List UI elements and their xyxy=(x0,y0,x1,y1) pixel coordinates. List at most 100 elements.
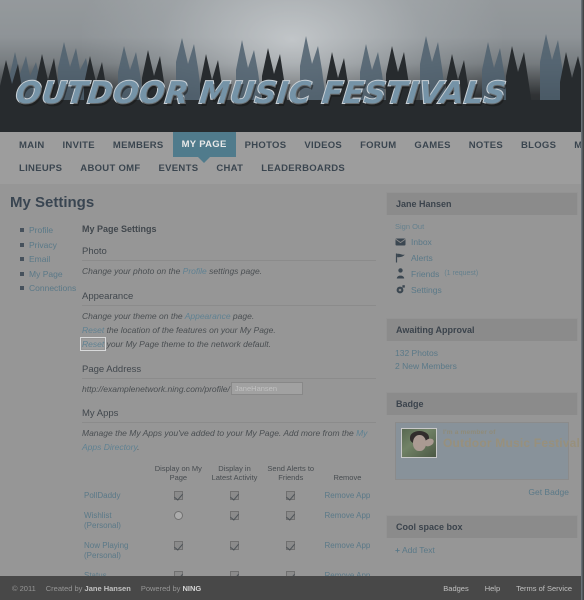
cell-remove-0: Remove App xyxy=(319,486,376,506)
footer-link-terms[interactable]: Terms of Service xyxy=(516,584,572,593)
footer-author-name[interactable]: Jane Hansen xyxy=(85,584,131,593)
cell-remove-2: Remove App xyxy=(319,536,376,566)
app-name-now-playing[interactable]: Now Playing (Personal) xyxy=(82,536,150,566)
checkbox-send-alerts-now-playing[interactable] xyxy=(286,541,296,551)
checkbox-display-page-polldaddy[interactable] xyxy=(173,491,183,501)
badge-module-title: Badge xyxy=(386,392,578,415)
footer-copyright: © 2011 xyxy=(12,583,36,593)
nav-item-main[interactable]: MAIN xyxy=(10,134,53,157)
cell-display-activity-0 xyxy=(206,486,262,506)
submenu-item-privacy[interactable]: Privacy xyxy=(20,240,82,250)
checkbox-display-page-wishlist[interactable] xyxy=(173,511,183,521)
main-column: My Settings Profile Privacy Email My Pag… xyxy=(6,192,380,581)
page-address-prefix: http://examplenetwork.ning.com/profile/ xyxy=(82,383,230,394)
submenu-item-connections[interactable]: Connections xyxy=(20,283,82,293)
nav-item-leaderboards[interactable]: LEADERBOARDS xyxy=(252,157,354,180)
checkbox-send-alerts-polldaddy[interactable] xyxy=(286,491,296,501)
appearance-line1-after: page. xyxy=(230,311,255,321)
nav-item-blogs[interactable]: BLOGS xyxy=(512,134,565,157)
badge-text: I'm a member of Outdoor Music Festivals xyxy=(443,428,584,450)
checkbox-display-activity-polldaddy[interactable] xyxy=(230,491,240,501)
checkbox-send-alerts-wishlist[interactable] xyxy=(286,511,296,521)
badge-member-line: I'm a member of xyxy=(443,429,496,436)
account-module-body: Sign Out Inbox Alerts Friends (1 request… xyxy=(386,215,578,309)
my-apps-title: My Apps xyxy=(82,408,376,423)
footer-links: Badges Help Terms of Service xyxy=(443,584,572,593)
submenu-item-profile[interactable]: Profile xyxy=(20,225,82,235)
apps-col-remove: Remove xyxy=(333,473,362,482)
page-address-row: http://examplenetwork.ning.com/profile/ xyxy=(82,382,376,395)
awaiting-members-link[interactable]: 2 New Members xyxy=(395,361,569,371)
appearance-link[interactable]: Appearance xyxy=(185,311,231,321)
get-badge-link[interactable]: Get Badge xyxy=(395,487,569,497)
settings-submenu: Profile Privacy Email My Page Connection… xyxy=(6,221,82,600)
nav-item-games[interactable]: GAMES xyxy=(405,134,459,157)
apps-col-display-page: Display on My Page xyxy=(154,464,202,482)
awaiting-approval-module: Awaiting Approval 132 Photos 2 New Membe… xyxy=(386,318,578,383)
nav-item-my-page[interactable]: MY PAGE xyxy=(172,132,236,163)
account-item-label: Friends xyxy=(411,268,440,279)
awaiting-approval-title: Awaiting Approval xyxy=(386,318,578,341)
crowd-silhouette xyxy=(0,34,584,132)
photo-text-after: settings page. xyxy=(206,266,263,276)
nav-item-about-omf[interactable]: ABOUT OMF xyxy=(71,157,149,180)
nav-item-invite[interactable]: INVITE xyxy=(53,134,103,157)
cell-send-alerts-2 xyxy=(263,536,319,566)
nav-item-lineups[interactable]: LINEUPS xyxy=(10,157,71,180)
checkbox-display-page-now-playing[interactable] xyxy=(173,541,183,551)
checkbox-display-activity-now-playing[interactable] xyxy=(230,541,240,551)
site-logo[interactable]: OUTDOOR MUSIC FESTIVALS xyxy=(13,75,509,112)
remove-app-wishlist[interactable]: Remove App xyxy=(325,511,371,520)
footer-link-badges[interactable]: Badges xyxy=(443,584,468,593)
account-item-settings[interactable]: Settings xyxy=(395,284,569,295)
nav-item-members[interactable]: MEMBERS xyxy=(104,134,173,157)
page-footer: © 2011 Created by Jane Hansen Powered by… xyxy=(0,576,584,600)
footer-created-by: Created by Jane Hansen xyxy=(46,584,131,593)
app-name-polldaddy[interactable]: PollDaddy xyxy=(82,486,150,506)
right-sidebar: Jane Hansen Sign Out Inbox Alerts Friend… xyxy=(386,192,584,576)
nav-row-secondary: LINEUPS ABOUT OMF EVENTS CHAT LEADERBOAR… xyxy=(0,157,584,180)
profile-link[interactable]: Profile xyxy=(183,266,207,276)
main-navigation: MAIN INVITE MEMBERS MY PAGE PHOTOS VIDEO… xyxy=(0,132,584,184)
account-item-alerts[interactable]: Alerts xyxy=(395,252,569,263)
plus-icon: + xyxy=(395,545,400,555)
footer-link-help[interactable]: Help xyxy=(485,584,500,593)
remove-app-now-playing[interactable]: Remove App xyxy=(325,541,371,550)
awaiting-photos-link[interactable]: 132 Photos xyxy=(395,348,569,358)
badge-avatar xyxy=(401,428,437,458)
badge-module-body: I'm a member of Outdoor Music Festivals … xyxy=(386,415,584,506)
page-address-input[interactable] xyxy=(230,382,303,395)
account-item-friends[interactable]: Friends (1 request) xyxy=(395,268,569,279)
apps-col-display-activity: Display in Latest Activity xyxy=(211,464,258,482)
site-banner: OUTDOOR MUSIC FESTIVALS xyxy=(0,0,584,132)
flag-icon xyxy=(395,252,406,263)
account-item-label: Inbox xyxy=(411,236,432,247)
nav-item-notes[interactable]: NOTES xyxy=(460,134,512,157)
submenu-item-my-page[interactable]: My Page xyxy=(20,269,82,279)
nav-item-videos[interactable]: VIDEOS xyxy=(295,134,351,157)
nav-row-primary: MAIN INVITE MEMBERS MY PAGE PHOTOS VIDEO… xyxy=(0,132,584,163)
nav-item-chat[interactable]: CHAT xyxy=(207,157,252,180)
nav-item-photos[interactable]: PHOTOS xyxy=(236,134,296,157)
remove-app-polldaddy[interactable]: Remove App xyxy=(325,491,371,500)
footer-created-by-prefix: Created by xyxy=(45,583,83,593)
cell-display-page-0 xyxy=(150,486,206,506)
app-name-wishlist[interactable]: Wishlist (Personal) xyxy=(82,506,150,536)
friends-request-count: (1 request) xyxy=(444,270,479,277)
checkbox-display-activity-wishlist[interactable] xyxy=(230,511,240,521)
ning-logo[interactable]: NING xyxy=(183,584,202,593)
add-text-button[interactable]: + Add Text xyxy=(395,545,569,555)
photo-section-body: Change your photo on the Profile setting… xyxy=(82,264,376,278)
nav-item-forum[interactable]: FORUM xyxy=(351,134,405,157)
photo-section: Photo Change your photo on the Profile s… xyxy=(82,246,376,278)
appearance-section-title: Appearance xyxy=(82,291,376,306)
reset-theme-link[interactable]: Reset xyxy=(79,337,107,351)
footer-left: © 2011 Created by Jane Hansen Powered by… xyxy=(12,584,201,593)
reset-layout-link[interactable]: Reset xyxy=(82,325,104,335)
submenu-item-email[interactable]: Email xyxy=(20,254,82,264)
appearance-section: Appearance Change your theme on the Appe… xyxy=(79,291,376,351)
sign-out-link[interactable]: Sign Out xyxy=(395,222,569,231)
page-title: My Settings xyxy=(10,194,95,211)
account-item-inbox[interactable]: Inbox xyxy=(395,236,569,247)
awaiting-approval-body: 132 Photos 2 New Members xyxy=(386,341,578,383)
